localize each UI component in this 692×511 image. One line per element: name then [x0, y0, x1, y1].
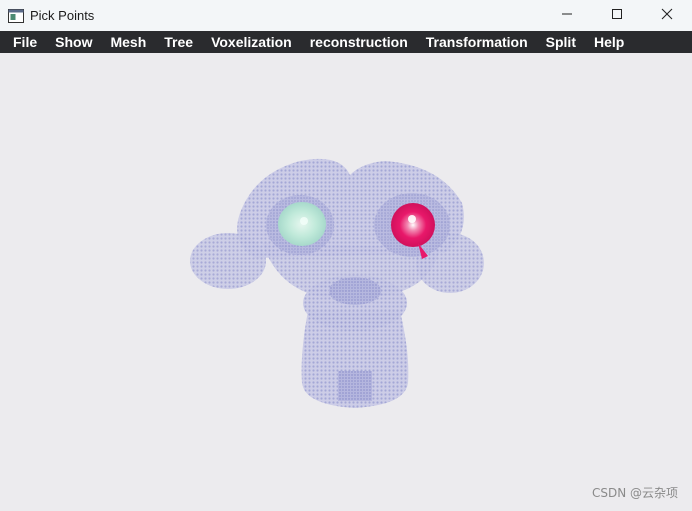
menu-bar: File Show Mesh Tree Voxelization reconst…	[0, 31, 692, 53]
point-cloud-canvas[interactable]	[0, 53, 692, 511]
close-icon	[661, 7, 673, 25]
menu-reconstruction[interactable]: reconstruction	[301, 31, 417, 53]
picked-point-left-eye[interactable]	[278, 202, 326, 246]
window-title: Pick Points	[30, 8, 95, 23]
menu-mesh[interactable]: Mesh	[101, 31, 155, 53]
app-window: Pick Points File Show Mesh Tree Voxeliza…	[0, 0, 692, 511]
app-window-icon	[8, 8, 24, 23]
menu-transformation[interactable]: Transformation	[417, 31, 537, 53]
minimize-button[interactable]	[542, 0, 592, 31]
menu-voxelization[interactable]: Voxelization	[202, 31, 301, 53]
menu-show[interactable]: Show	[46, 31, 101, 53]
maximize-button[interactable]	[592, 0, 642, 31]
close-button[interactable]	[642, 0, 692, 31]
menu-tree[interactable]: Tree	[155, 31, 202, 53]
watermark: CSDN @云杂项	[591, 486, 678, 500]
menu-split[interactable]: Split	[537, 31, 585, 53]
menu-file[interactable]: File	[4, 31, 46, 53]
window-controls	[542, 0, 692, 31]
3d-viewport[interactable]: CSDN @云杂项	[0, 53, 692, 511]
model-point-cloud	[190, 158, 484, 408]
menu-help[interactable]: Help	[585, 31, 633, 53]
maximize-icon	[611, 7, 623, 25]
minimize-icon	[561, 7, 573, 25]
title-bar[interactable]: Pick Points	[0, 0, 692, 31]
